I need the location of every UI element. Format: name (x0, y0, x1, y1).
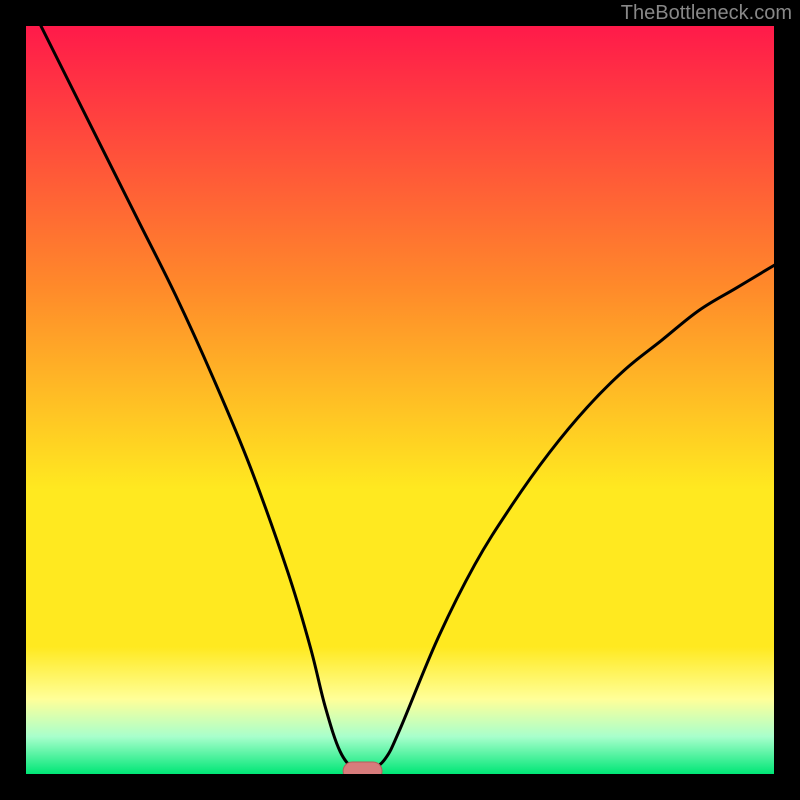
chart-svg (26, 26, 774, 774)
plot-area (26, 26, 774, 774)
watermark-text: TheBottleneck.com (621, 2, 792, 25)
gradient-background (26, 26, 774, 774)
chart-container: TheBottleneck.com (0, 0, 800, 800)
optimal-marker (343, 762, 382, 774)
